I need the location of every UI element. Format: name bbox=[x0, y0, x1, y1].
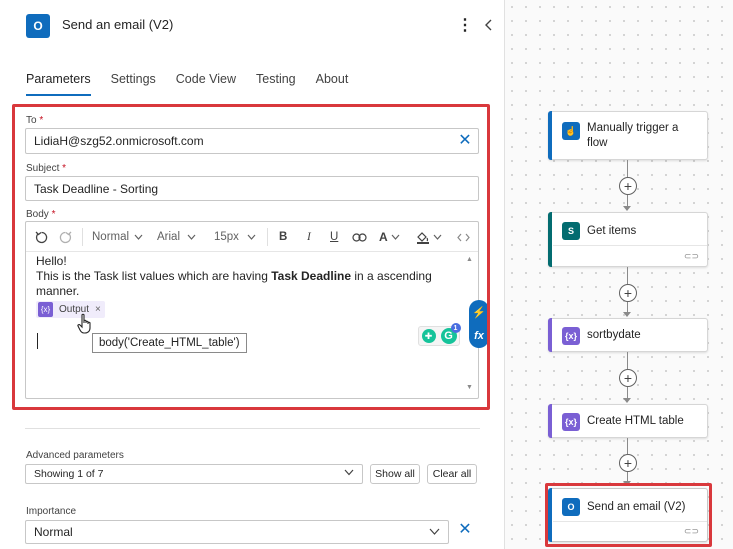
more-options-button[interactable]: ⋮ bbox=[457, 14, 473, 36]
add-step-button[interactable]: + bbox=[619, 454, 637, 472]
add-step-button[interactable]: + bbox=[619, 369, 637, 387]
panel-tabs: Parameters Settings Code View Testing Ab… bbox=[26, 70, 368, 98]
importance-dropdown[interactable]: Normal bbox=[25, 520, 449, 544]
node-accent bbox=[548, 404, 552, 438]
chevron-down-icon bbox=[344, 469, 354, 476]
node-title: Create HTML table bbox=[587, 415, 684, 427]
panel-title: Send an email (V2) bbox=[62, 17, 174, 32]
node-highlight-box bbox=[545, 483, 712, 547]
flow-node-get-items[interactable]: S Get items ⊂⊃ bbox=[548, 212, 708, 267]
importance-label: Importance bbox=[26, 506, 77, 517]
node-accent bbox=[548, 318, 552, 352]
data-operation-icon: {x} bbox=[562, 413, 580, 431]
highlight-box bbox=[12, 104, 490, 410]
node-accent bbox=[548, 212, 552, 267]
add-step-button[interactable]: + bbox=[619, 177, 637, 195]
hand-icon: ☝ bbox=[562, 122, 580, 140]
connector-arrow bbox=[623, 398, 631, 403]
connector bbox=[627, 160, 628, 178]
chevron-left-icon bbox=[485, 19, 492, 31]
node-title: Get items bbox=[587, 225, 637, 237]
advanced-parameters-label: Advanced parameters bbox=[26, 450, 124, 461]
tab-testing[interactable]: Testing bbox=[256, 70, 296, 96]
add-step-button[interactable]: + bbox=[619, 284, 637, 302]
tab-code-view[interactable]: Code View bbox=[176, 70, 236, 96]
tab-settings[interactable]: Settings bbox=[111, 70, 156, 96]
flow-node-create-html-table[interactable]: {x} Create HTML table bbox=[548, 404, 708, 438]
tab-about[interactable]: About bbox=[316, 70, 349, 96]
connector bbox=[627, 438, 628, 454]
flow-node-sortbydate[interactable]: {x} sortbydate bbox=[548, 318, 708, 352]
flow-node-manual-trigger[interactable]: ☝ Manually trigger a flow bbox=[548, 111, 708, 160]
collapse-panel-button[interactable] bbox=[482, 14, 496, 36]
node-accent bbox=[548, 111, 552, 160]
clear-all-button[interactable]: Clear all bbox=[427, 464, 477, 484]
outlook-icon: O bbox=[26, 14, 50, 38]
connector-arrow bbox=[623, 206, 631, 211]
action-details-panel: O Send an email (V2) ⋮ Parameters Settin… bbox=[0, 0, 505, 549]
node-title: sortbydate bbox=[587, 329, 641, 341]
advanced-parameters-dropdown[interactable]: Showing 1 of 7 bbox=[25, 464, 363, 484]
connector bbox=[627, 267, 628, 285]
node-divider bbox=[553, 245, 707, 246]
link-icon: ⊂⊃ bbox=[683, 251, 699, 261]
tab-parameters[interactable]: Parameters bbox=[26, 70, 91, 96]
clear-importance-icon[interactable]: ✕ bbox=[458, 522, 472, 538]
chevron-down-icon bbox=[429, 528, 440, 535]
section-divider bbox=[25, 428, 480, 429]
connector-arrow bbox=[623, 312, 631, 317]
node-title: Manually trigger a flow bbox=[587, 122, 679, 149]
compose-icon: {x} bbox=[562, 327, 580, 345]
connector bbox=[627, 352, 628, 369]
show-all-button[interactable]: Show all bbox=[370, 464, 420, 484]
sharepoint-icon: S bbox=[562, 222, 580, 240]
